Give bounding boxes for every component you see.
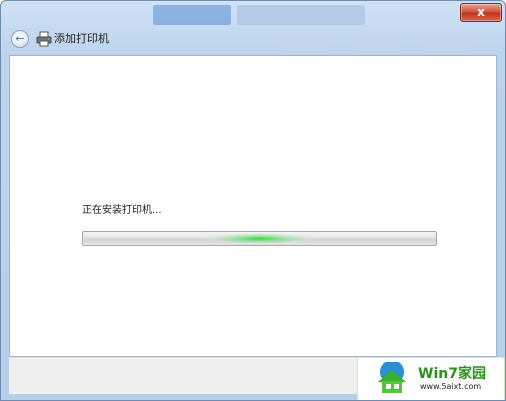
background-toolbar-block [353, 37, 401, 51]
background-toolbar-block [281, 37, 329, 51]
page-title: 添加打印机 [54, 32, 109, 45]
install-progress-bar [82, 231, 437, 246]
watermark-logo: Win7家园 www.5aixt.com [357, 357, 505, 400]
background-toolbar-block [423, 37, 471, 51]
watermark-brand: Win7家园 [418, 366, 486, 382]
close-button[interactable]: x [460, 3, 502, 22]
progress-indicator [199, 232, 319, 245]
house-logo-icon [378, 362, 406, 393]
watermark-url: www.5aixt.com [420, 382, 482, 391]
install-status-text: 正在安装打印机... [82, 205, 162, 216]
close-icon: x [477, 5, 485, 19]
background-taskbar-block [153, 5, 231, 25]
back-button[interactable]: ← [11, 30, 29, 48]
printer-icon [36, 31, 52, 47]
add-printer-window: x ← 添加打印机 正在安装打印机... Win7家园 www.5aixt.co… [0, 0, 506, 401]
back-arrow-icon: ← [15, 32, 25, 45]
background-taskbar-block [237, 5, 365, 25]
